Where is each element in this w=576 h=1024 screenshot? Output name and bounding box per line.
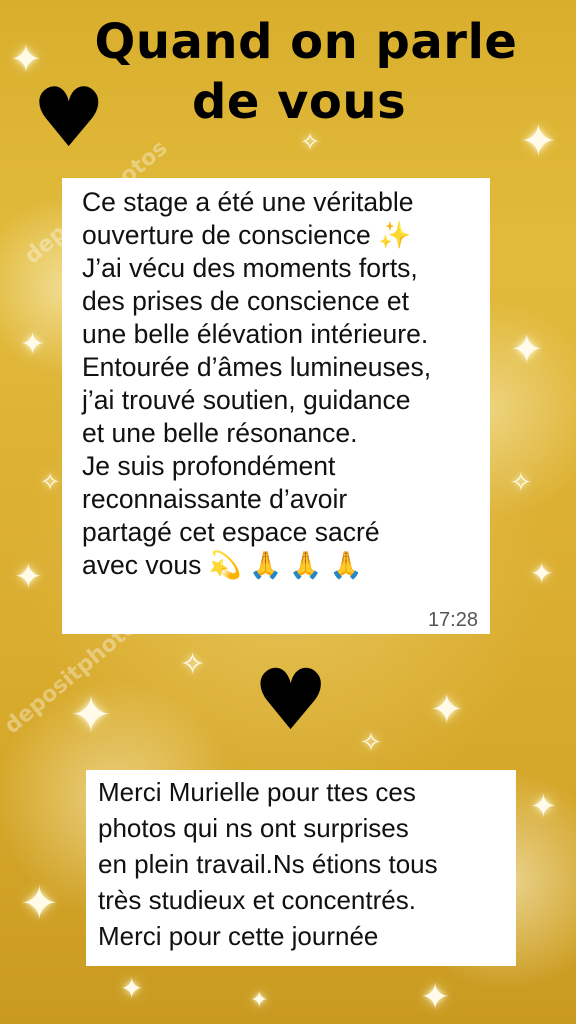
testimonial-message-bubble: Ce stage a été une véritable ouverture d… bbox=[62, 178, 490, 634]
heart-icon: ♥ bbox=[253, 651, 329, 749]
testimonial-text: Ce stage a été une véritable ouverture d… bbox=[82, 187, 432, 580]
heart-icon: ♥ bbox=[32, 71, 106, 166]
message-timestamp: 17:28 bbox=[427, 609, 478, 631]
thanks-text: Merci Murielle pour ttes ces photos qui … bbox=[98, 777, 438, 951]
thanks-message-card: Merci Murielle pour ttes ces photos qui … bbox=[86, 770, 516, 966]
title-line-1: Quand on parle bbox=[94, 14, 518, 70]
title-line-2: de vous bbox=[192, 74, 407, 130]
